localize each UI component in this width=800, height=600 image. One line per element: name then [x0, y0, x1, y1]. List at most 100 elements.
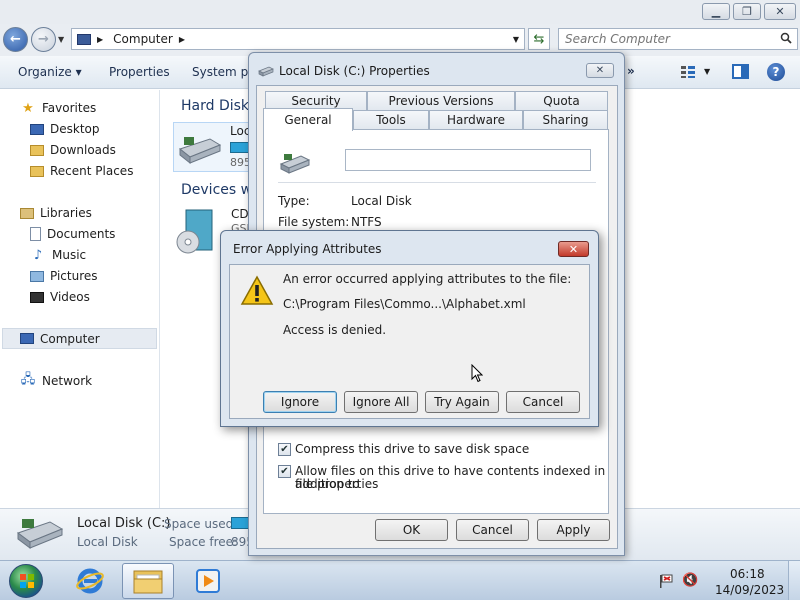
address-dropdown-icon[interactable]: ▼ [513, 35, 519, 44]
close-icon: ✕ [595, 65, 605, 76]
error-dialog-body: An error occurred applying attributes to… [229, 264, 590, 419]
tab-previous-versions[interactable]: Previous Versions [367, 91, 515, 110]
clock-date[interactable]: 14/09/2023 [715, 583, 784, 597]
nav-documents[interactable]: Documents [30, 225, 115, 243]
nav-documents-label: Documents [47, 227, 116, 241]
desktop-icon [30, 123, 44, 135]
forward-arrow-icon: → [38, 32, 49, 47]
drive-name-input[interactable] [345, 149, 591, 171]
cd-drive-icon[interactable] [176, 208, 216, 256]
breadcrumb-separator-icon[interactable]: ▶ [179, 35, 185, 44]
recent-places-icon [30, 165, 44, 177]
nav-favorites[interactable]: ★ Favorites [20, 99, 96, 117]
nav-pictures[interactable]: Pictures [30, 267, 98, 285]
breadcrumb-computer[interactable]: Computer [113, 32, 173, 46]
nav-pictures-label: Pictures [50, 269, 98, 283]
forward-button[interactable]: → [31, 27, 56, 52]
explorer-titlebar: ▁ ❐ ✕ [0, 0, 800, 24]
nav-videos[interactable]: Videos [30, 288, 90, 306]
nav-desktop-label: Desktop [50, 122, 100, 136]
error-denied-text: Access is denied. [283, 323, 387, 337]
close-button[interactable]: ✕ [764, 3, 796, 20]
help-icon[interactable]: ? [767, 63, 785, 81]
cancel-button[interactable]: Cancel [456, 519, 529, 541]
details-type: Local Disk [77, 535, 138, 549]
nav-desktop[interactable]: Desktop [30, 120, 100, 138]
maximize-button[interactable]: ❐ [733, 3, 761, 20]
organize-button[interactable]: Organize ▾ [18, 65, 82, 79]
internet-explorer-icon [76, 568, 104, 594]
back-button[interactable]: ← [3, 27, 28, 52]
volume-muted-icon[interactable]: 🔇 [682, 573, 698, 588]
search-box[interactable] [558, 28, 798, 50]
tab-tools[interactable]: Tools [353, 110, 429, 129]
ok-button[interactable]: OK [375, 519, 448, 541]
nav-music-label: Music [52, 248, 87, 262]
tab-hardware[interactable]: Hardware [429, 110, 523, 129]
taskbar-internet-explorer[interactable] [64, 563, 116, 599]
clock-time[interactable]: 06:18 [730, 567, 765, 581]
error-close-button[interactable]: ✕ [558, 241, 589, 257]
apply-button[interactable]: Apply [537, 519, 610, 541]
downloads-folder-icon [30, 144, 44, 156]
show-desktop-button[interactable] [788, 561, 800, 600]
ignore-button[interactable]: Ignore [263, 391, 337, 413]
windows-logo-icon [20, 574, 34, 588]
nav-recent-places[interactable]: Recent Places [30, 162, 133, 180]
view-options-dropdown-icon[interactable]: ▼ [704, 67, 710, 76]
nav-recent-places-label: Recent Places [50, 164, 134, 178]
libraries-icon [20, 207, 34, 219]
properties-button[interactable]: Properties [109, 65, 170, 79]
search-input[interactable] [565, 30, 765, 48]
preview-pane-icon[interactable] [732, 64, 749, 79]
change-view-icon[interactable] [680, 65, 696, 79]
nav-network-label: Network [42, 374, 93, 388]
nav-computer[interactable]: Computer [2, 328, 157, 349]
recent-pages-dropdown[interactable]: ▼ [58, 35, 64, 44]
nav-network[interactable]: 🖧 Network [20, 372, 92, 390]
nav-music[interactable]: ♪ Music [30, 246, 86, 264]
refresh-icon: ⇆ [533, 31, 545, 47]
taskbar-media-player[interactable] [182, 563, 234, 599]
ignore-all-button[interactable]: Ignore All [344, 391, 418, 413]
music-note-icon: ♪ [33, 247, 43, 263]
more-commands-button[interactable]: » [627, 64, 635, 78]
mouse-pointer-icon [471, 364, 483, 383]
hard-disk-group-heading[interactable]: Hard Disk [181, 98, 249, 114]
devices-group-heading[interactable]: Devices w [181, 182, 252, 198]
tab-quota[interactable]: Quota [515, 91, 608, 110]
nav-libraries-label: Libraries [40, 206, 92, 220]
properties-close-button[interactable]: ✕ [586, 63, 614, 78]
details-space-used-label: Space used: [164, 517, 238, 531]
address-bar[interactable]: ▶ Computer ▶ ▼ [71, 28, 525, 50]
error-dialog: Error Applying Attributes ✕ An error occ… [220, 230, 599, 427]
restore-icon: ❐ [742, 5, 752, 18]
search-icon[interactable] [780, 32, 792, 44]
file-system-value: NTFS [351, 215, 382, 229]
cd-drive-label[interactable]: CD [231, 207, 249, 221]
action-center-flag-icon[interactable] [658, 574, 674, 588]
separator [278, 182, 596, 183]
index-checkbox[interactable]: ✔ [278, 465, 291, 478]
error-message: An error occurred applying attributes to… [283, 272, 572, 286]
hard-drive-icon [258, 66, 274, 77]
type-value: Local Disk [351, 194, 412, 208]
videos-icon [30, 291, 44, 303]
tab-sharing[interactable]: Sharing [523, 110, 608, 129]
nav-downloads[interactable]: Downloads [30, 141, 116, 159]
start-button[interactable] [9, 564, 43, 598]
error-cancel-button[interactable]: Cancel [506, 391, 580, 413]
compress-label[interactable]: Compress this drive to save disk space [295, 443, 529, 456]
nav-libraries[interactable]: Libraries [20, 204, 92, 222]
refresh-button[interactable]: ⇆ [528, 28, 550, 50]
try-again-button[interactable]: Try Again [425, 391, 499, 413]
minimize-button[interactable]: ▁ [702, 3, 730, 20]
compress-checkbox[interactable]: ✔ [278, 443, 291, 456]
index-label-line2[interactable]: file properties [295, 478, 378, 491]
computer-icon [77, 33, 91, 45]
back-arrow-icon: ← [10, 32, 21, 47]
breadcrumb-separator-icon[interactable]: ▶ [97, 35, 103, 44]
tab-general[interactable]: General [263, 108, 353, 131]
taskbar-windows-explorer[interactable] [122, 563, 174, 599]
navigation-pane: ★ Favorites Desktop Downloads Recent Pla… [0, 90, 160, 508]
